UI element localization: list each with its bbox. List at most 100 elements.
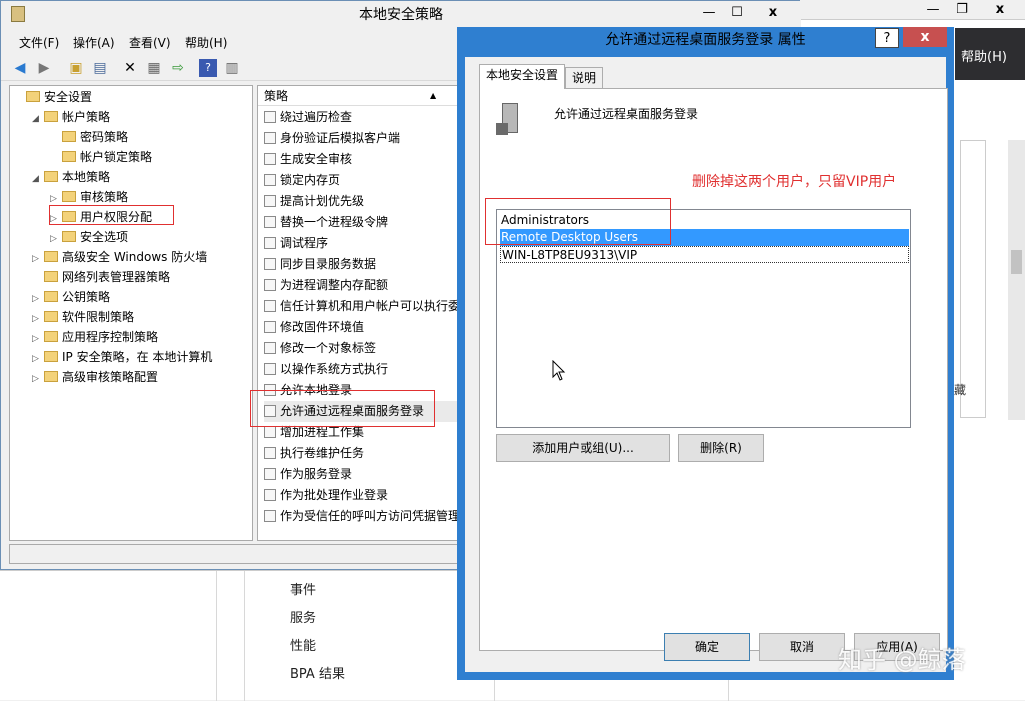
tree-item-label: 帐户策略 bbox=[62, 110, 111, 124]
expand-arrow-icon[interactable]: ▷ bbox=[32, 329, 44, 349]
policy-row[interactable]: 以操作系统方式执行 bbox=[264, 359, 388, 380]
policy-column-header[interactable]: 策略 ▲ bbox=[258, 86, 466, 106]
scrollbar[interactable] bbox=[1008, 140, 1025, 420]
bg-item-services[interactable]: 服务 bbox=[290, 607, 316, 626]
policy-row[interactable]: 生成安全审核 bbox=[264, 149, 352, 170]
background-panel bbox=[960, 140, 986, 418]
remove-button[interactable]: 删除(R) bbox=[678, 434, 764, 462]
policy-row[interactable]: 作为服务登录 bbox=[264, 464, 352, 485]
minimize-icon[interactable]: — bbox=[918, 0, 948, 20]
tree-pane: 安全设置 ◢ 帐户策略 密码策略 帐户锁定策略 ◢ 本地策略 ▷ 审核策略 ▷ 用户权限分配 ▷ 安全选… bbox=[9, 85, 253, 541]
policy-label: 修改固件环境值 bbox=[280, 320, 365, 334]
policy-row[interactable]: 修改固件环境值 bbox=[264, 317, 364, 338]
policy-row[interactable]: 修改一个对象标签 bbox=[264, 338, 376, 359]
back-icon[interactable]: ◀ bbox=[11, 59, 29, 77]
cancel-button[interactable]: 取消 bbox=[759, 633, 845, 661]
server-icon bbox=[496, 103, 524, 135]
tree-item[interactable]: 网络列表管理器策略 bbox=[32, 267, 170, 287]
tree-item[interactable]: ▷ IP 安全策略，在 本地计算机 bbox=[32, 347, 212, 367]
up-folder-icon[interactable]: ▣ bbox=[67, 59, 85, 77]
close-icon[interactable]: x bbox=[751, 3, 795, 23]
help-question-icon[interactable]: ? bbox=[875, 28, 899, 48]
close-icon[interactable]: x bbox=[976, 0, 1024, 20]
policy-label: 作为批处理作业登录 bbox=[280, 488, 389, 502]
tree-item[interactable]: 密码策略 bbox=[50, 127, 128, 147]
tree-item[interactable]: 帐户锁定策略 bbox=[50, 147, 152, 167]
bg-item-events[interactable]: 事件 bbox=[290, 579, 316, 598]
expand-arrow-icon[interactable]: ▷ bbox=[50, 229, 62, 249]
tree-item[interactable]: ▷ 高级安全 Windows 防火墙 bbox=[32, 247, 207, 267]
tab-explain[interactable]: 说明 bbox=[565, 67, 604, 89]
dialog-close-icon[interactable]: x bbox=[903, 27, 947, 47]
bg-item-bpa[interactable]: BPA 结果 bbox=[290, 663, 345, 682]
tree-item-label: 帐户锁定策略 bbox=[80, 150, 153, 164]
export-icon[interactable]: ⇨ bbox=[169, 59, 187, 77]
view-icon[interactable]: ▥ bbox=[223, 59, 241, 77]
properties-icon[interactable]: ▦ bbox=[145, 59, 163, 77]
tab-local-setting[interactable]: 本地安全设置 bbox=[479, 64, 566, 89]
policy-row[interactable]: 身份验证后模拟客户端 bbox=[264, 128, 400, 149]
help-menu[interactable]: 帮助(H) bbox=[955, 28, 1025, 80]
ok-button[interactable]: 确定 bbox=[664, 633, 750, 661]
policy-label: 修改一个对象标签 bbox=[280, 341, 377, 355]
add-user-button[interactable]: 添加用户或组(U)... bbox=[496, 434, 670, 462]
expand-arrow-icon[interactable]: ▷ bbox=[32, 289, 44, 309]
policy-label: 身份验证后模拟客户端 bbox=[280, 131, 401, 145]
policy-row[interactable]: 为进程调整内存配额 bbox=[264, 275, 388, 296]
folder-icon bbox=[44, 351, 58, 362]
status-bar bbox=[9, 544, 467, 564]
show-hide-tree-icon[interactable]: ▤ bbox=[91, 59, 109, 77]
menu-action[interactable]: 操作(A) bbox=[73, 34, 115, 51]
policy-row[interactable]: 锁定内存页 bbox=[264, 170, 340, 191]
expand-arrow-icon[interactable]: ▷ bbox=[32, 349, 44, 369]
properties-dialog: 允许通过远程桌面服务登录 属性 ? x 本地安全设置 说明 允许通过远程桌面服务… bbox=[457, 27, 954, 680]
tree-item-label: 安全设置 bbox=[44, 90, 93, 104]
restore-icon[interactable]: ❐ bbox=[950, 0, 974, 20]
policy-row[interactable]: 信任计算机和用户帐户可以执行委 bbox=[264, 296, 460, 317]
policy-row[interactable]: 提高计划优先级 bbox=[264, 191, 364, 212]
expand-arrow-icon[interactable]: ◢ bbox=[32, 169, 44, 189]
tree-item[interactable]: ◢ 帐户策略 bbox=[32, 107, 110, 127]
expand-arrow-icon[interactable]: ▷ bbox=[32, 369, 44, 389]
tree-item[interactable]: ◢ 本地策略 bbox=[32, 167, 110, 187]
policy-label: 为进程调整内存配额 bbox=[280, 278, 389, 292]
bg-item-performance[interactable]: 性能 bbox=[290, 635, 316, 654]
policy-icon bbox=[264, 341, 276, 354]
highlight-user-rights bbox=[49, 205, 174, 225]
menu-file[interactable]: 文件(F) bbox=[19, 34, 59, 51]
policy-row[interactable]: 绕过遍历检查 bbox=[264, 107, 352, 128]
policy-row[interactable]: 作为批处理作业登录 bbox=[264, 485, 388, 506]
policy-row[interactable]: 同步目录服务数据 bbox=[264, 254, 376, 275]
menu-view[interactable]: 查看(V) bbox=[129, 34, 171, 51]
expand-arrow-icon[interactable]: ▷ bbox=[32, 249, 44, 269]
tree-item-label: 网络列表管理器策略 bbox=[62, 270, 171, 284]
expand-arrow-icon[interactable]: ▷ bbox=[32, 309, 44, 329]
tree-item-label: IP 安全策略，在 本地计算机 bbox=[62, 350, 213, 364]
tree-item[interactable]: 安全设置 bbox=[14, 87, 92, 107]
tree-item-label: 高级审核策略配置 bbox=[62, 370, 159, 384]
menu-help[interactable]: 帮助(H) bbox=[185, 34, 227, 51]
tree-item[interactable]: ▷ 审核策略 bbox=[50, 187, 128, 207]
policy-row[interactable]: 执行卷维护任务 bbox=[264, 443, 364, 464]
tree-item[interactable]: ▷ 公钥策略 bbox=[32, 287, 110, 307]
expand-arrow-icon[interactable]: ◢ bbox=[32, 109, 44, 129]
folder-icon bbox=[44, 171, 58, 182]
policy-label: 替换一个进程级令牌 bbox=[280, 215, 389, 229]
delete-icon[interactable]: ✕ bbox=[121, 59, 139, 77]
tree-item[interactable]: ▷ 安全选项 bbox=[50, 227, 128, 247]
tree-item[interactable]: ▷ 应用程序控制策略 bbox=[32, 327, 158, 347]
tree-item[interactable]: ▷ 高级审核策略配置 bbox=[32, 367, 158, 387]
scrollbar-thumb[interactable] bbox=[1011, 250, 1022, 274]
minimize-icon[interactable]: — bbox=[695, 3, 723, 23]
maximize-icon[interactable]: ☐ bbox=[725, 3, 749, 23]
list-item-vip[interactable]: WIN-L8TP8EU9313\VIP bbox=[500, 246, 909, 263]
policy-name: 允许通过远程桌面服务登录 bbox=[554, 107, 699, 121]
help-icon[interactable]: ? bbox=[199, 59, 217, 77]
policy-row[interactable]: 替换一个进程级令牌 bbox=[264, 212, 388, 233]
policy-icon bbox=[264, 257, 276, 270]
policy-label: 增加进程工作集 bbox=[280, 425, 365, 439]
policy-row[interactable]: 调试程序 bbox=[264, 233, 328, 254]
forward-icon[interactable]: ▶ bbox=[35, 59, 53, 77]
policy-row[interactable]: 作为受信任的呼叫方访问凭据管理 bbox=[264, 506, 460, 527]
tree-item[interactable]: ▷ 软件限制策略 bbox=[32, 307, 134, 327]
